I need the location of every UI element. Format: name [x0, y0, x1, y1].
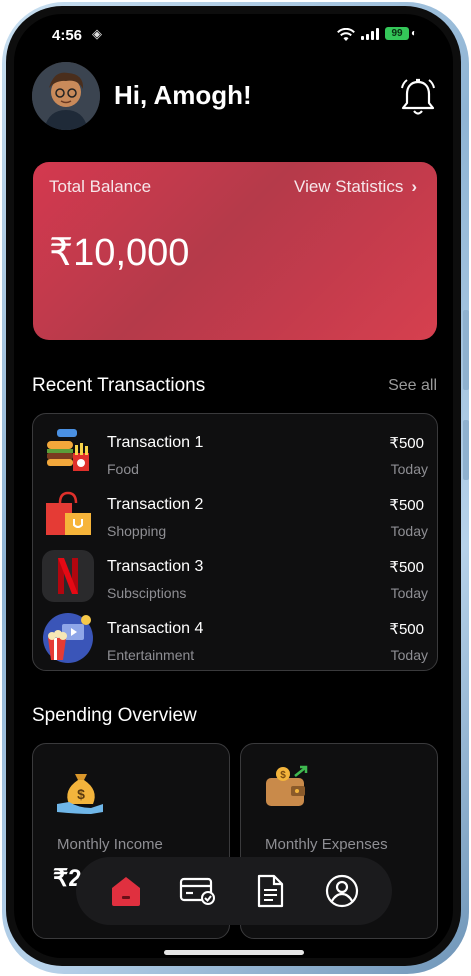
- transactions-card: Transaction 1 Food ₹500 Today Transactio…: [32, 413, 438, 671]
- netflix-icon: [42, 550, 94, 602]
- status-bar: 4:56 ◈ 99 ◐: [14, 14, 453, 58]
- app-screen: 4:56 ◈ 99 ◐ Hi, Amogh! Total Balance Vie…: [14, 14, 453, 958]
- transaction-category: Subsciptions: [107, 585, 187, 601]
- nav-documents[interactable]: [250, 871, 290, 911]
- bottom-navigation: [76, 857, 392, 925]
- transaction-date: Today: [390, 523, 428, 539]
- side-button: [463, 310, 469, 390]
- profile-icon: [325, 874, 359, 908]
- svg-text:$: $: [77, 786, 85, 802]
- chevron-right-icon: ›: [411, 177, 417, 196]
- avatar-image: [32, 62, 100, 130]
- see-all-link[interactable]: See all: [388, 377, 437, 395]
- avatar[interactable]: [32, 62, 100, 130]
- transaction-amount: ₹500: [389, 621, 424, 638]
- transaction-date: Today: [390, 585, 428, 601]
- list-item[interactable]: Transaction 2 Shopping ₹500 Today: [33, 484, 437, 546]
- location-icon: ◈: [92, 26, 102, 41]
- battery-indicator: 99: [385, 27, 409, 40]
- nav-profile[interactable]: [322, 871, 362, 911]
- nav-home[interactable]: [106, 871, 146, 911]
- popcorn-icon: [42, 612, 94, 664]
- home-icon: [112, 877, 140, 906]
- monthly-income-label: Monthly Income: [57, 836, 163, 853]
- transaction-name: Transaction 1: [107, 434, 204, 451]
- transaction-category: Shopping: [107, 523, 167, 539]
- status-time: 4:56: [52, 27, 83, 44]
- view-statistics-link[interactable]: View Statistics ›: [294, 177, 417, 197]
- document-icon: [257, 874, 284, 908]
- transaction-name: Transaction 3: [107, 558, 204, 575]
- transaction-date: Today: [390, 647, 428, 663]
- transaction-category: Entertainment: [107, 647, 195, 663]
- recent-transactions-title: Recent Transactions: [32, 375, 206, 396]
- monthly-expenses-label: Monthly Expenses: [265, 836, 388, 853]
- transaction-amount: ₹500: [389, 559, 424, 576]
- food-icon: [42, 426, 94, 478]
- transaction-name: Transaction 2: [107, 496, 204, 513]
- bell-icon[interactable]: [398, 76, 438, 118]
- home-indicator[interactable]: [164, 950, 304, 955]
- card-icon: [179, 877, 215, 905]
- view-statistics-label: View Statistics: [294, 177, 404, 196]
- list-item[interactable]: Transaction 1 Food ₹500 Today: [33, 422, 437, 484]
- greeting-text: Hi, Amogh!: [114, 80, 252, 110]
- transaction-category: Food: [107, 461, 139, 477]
- svg-text:$: $: [280, 770, 286, 781]
- signal-icon: [361, 28, 379, 40]
- list-item[interactable]: Transaction 4 Entertainment ₹500 Today: [33, 608, 437, 670]
- transaction-date: Today: [390, 461, 428, 477]
- transaction-amount: ₹500: [389, 435, 424, 452]
- list-item[interactable]: Transaction 3 Subsciptions ₹500 Today: [33, 546, 437, 608]
- money-bag-icon: $: [57, 774, 103, 814]
- wallet-icon: $: [266, 765, 308, 806]
- wifi-icon: [337, 28, 355, 41]
- side-button: [463, 420, 469, 480]
- shopping-bag-icon: [42, 488, 94, 540]
- nav-cards[interactable]: [178, 871, 218, 911]
- shield-icon: ◐: [411, 28, 418, 39]
- balance-label: Total Balance: [49, 177, 152, 196]
- transaction-name: Transaction 4: [107, 620, 204, 637]
- balance-card: Total Balance View Statistics › ₹10,000: [33, 162, 437, 340]
- transaction-amount: ₹500: [389, 497, 424, 514]
- balance-amount: ₹10,000: [49, 232, 190, 274]
- spending-overview-title: Spending Overview: [32, 705, 197, 726]
